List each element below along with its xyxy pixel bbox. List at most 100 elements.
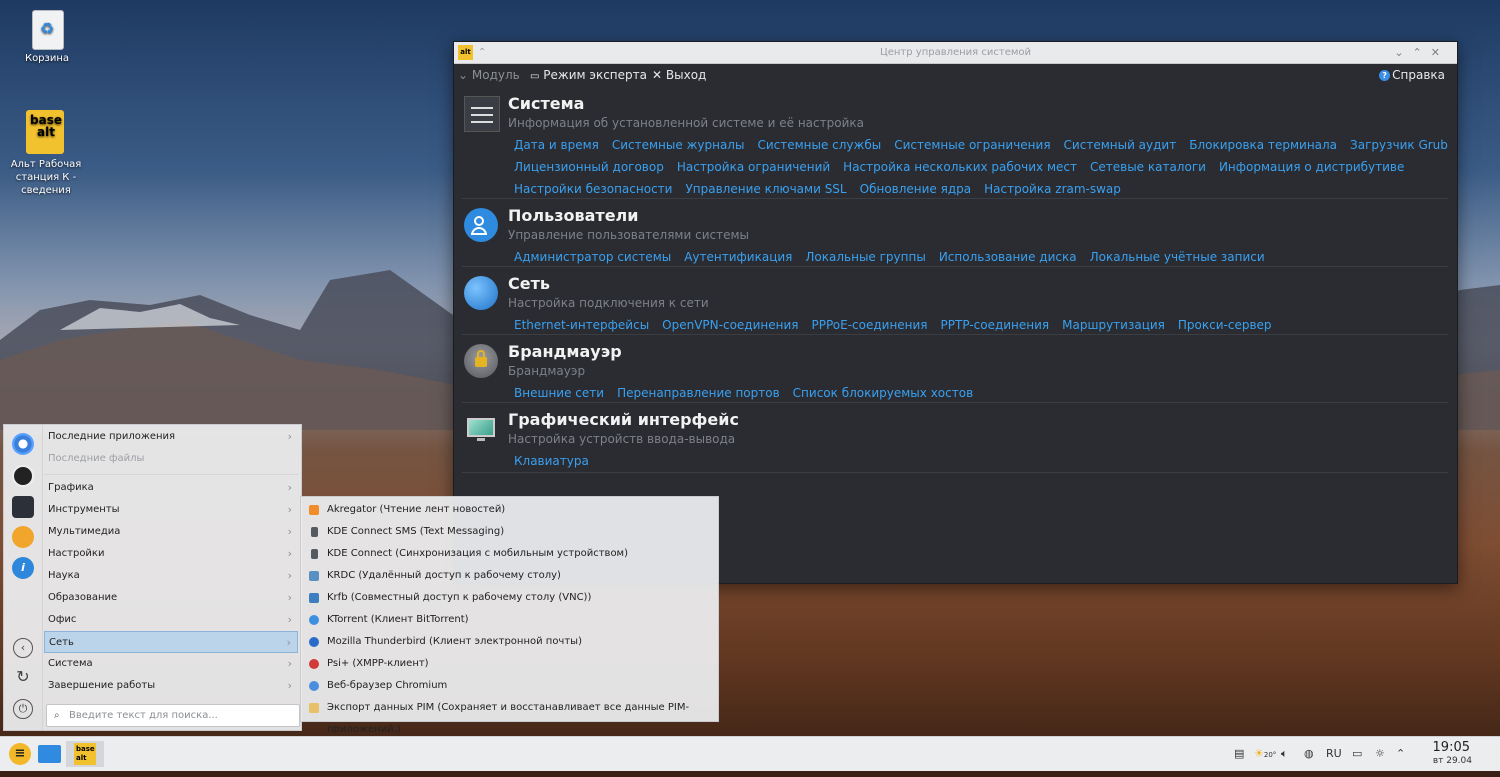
section-gui: Графический интерфейс Настройка устройст…	[462, 410, 1448, 473]
link-security[interactable]: Настройки безопасности	[514, 182, 672, 196]
submenu-item-krdc[interactable]: KRDC (Удалённый доступ к рабочему столу)	[301, 565, 718, 587]
help-button[interactable]: ? Справка	[1379, 64, 1445, 86]
submenu-item-kdeconnect[interactable]: KDE Connect (Синхронизация с мобильным у…	[301, 543, 718, 565]
section-links: Ethernet-интерфейсы OpenVPN-соединения PPP…	[514, 314, 1434, 336]
link-ssl-keys[interactable]: Управление ключами SSL	[685, 182, 846, 196]
link-system-services[interactable]: Системные службы	[757, 138, 881, 152]
link-terminal-lock[interactable]: Блокировка терминала	[1189, 138, 1337, 152]
desktop-icon-trash[interactable]: ♻ Корзина	[2, 8, 92, 65]
menu-item-recent-apps[interactable]: Последние приложения ›	[44, 426, 298, 448]
link-port-forward[interactable]: Перенаправление портов	[617, 386, 780, 400]
link-sysadmin[interactable]: Администратор системы	[514, 250, 671, 264]
desktop-icon-alt-info[interactable]: base alt Альт Рабочая станция К - сведени…	[1, 108, 91, 197]
menu-item-system[interactable]: Система ›	[44, 653, 298, 675]
phone-icon	[311, 549, 318, 559]
menu-item-education[interactable]: Образование ›	[44, 587, 298, 609]
network-submenu: Akregator (Чтение лент новостей) KDE Con…	[300, 496, 719, 735]
submenu-item-psi[interactable]: Psi+ (XMPP-клиент)	[301, 653, 718, 675]
submenu-item-pim-export[interactable]: Экспорт данных PIM (Сохраняет и восстана…	[301, 697, 718, 735]
link-external-nets[interactable]: Внешние сети	[514, 386, 604, 400]
monitor-icon: ▭	[530, 71, 540, 82]
window-controls[interactable]: ⌄⌃✕	[1394, 42, 1449, 63]
chevron-right-icon: ›	[287, 591, 292, 604]
link-blocked-hosts[interactable]: Список блокируемых хостов	[793, 386, 973, 400]
link-system-audit[interactable]: Системный аудит	[1064, 138, 1177, 152]
display-icon[interactable]: ▭	[1352, 737, 1362, 771]
link-auth[interactable]: Аутентификация	[684, 250, 792, 264]
link-multiseat[interactable]: Настройка нескольких рабочих мест	[843, 160, 1077, 174]
control-center-icon[interactable]	[12, 496, 34, 518]
refresh-icon[interactable]: ↻	[13, 668, 33, 688]
link-distro-info[interactable]: Информация о дистрибутиве	[1219, 160, 1404, 174]
link-routing[interactable]: Маршрутизация	[1062, 318, 1165, 332]
chevron-up-icon[interactable]: ⌃	[1396, 737, 1405, 771]
power-icon[interactable]: ⏻	[13, 699, 33, 719]
menu-icon: ≡	[9, 743, 31, 765]
link-ethernet[interactable]: Ethernet-интерфейсы	[514, 318, 649, 332]
keyboard-layout[interactable]: RU	[1326, 737, 1342, 771]
search-placeholder: Введите текст для поиска...	[69, 710, 218, 721]
section-subtitle: Информация об установленной системе и её…	[508, 116, 864, 130]
module-button[interactable]: ⌄ Модуль	[458, 64, 520, 86]
volume-icon[interactable]: 🔈︎	[1281, 737, 1288, 771]
submenu-item-kdeconnect-sms[interactable]: KDE Connect SMS (Text Messaging)	[301, 521, 718, 543]
link-local-accounts[interactable]: Локальные учётные записи	[1090, 250, 1265, 264]
submenu-item-thunderbird[interactable]: Mozilla Thunderbird (Клиент электронной …	[301, 631, 718, 653]
link-network-dirs[interactable]: Сетевые каталоги	[1090, 160, 1206, 174]
menu-item-network[interactable]: Сеть ›	[44, 631, 298, 653]
link-system-limits[interactable]: Системные ограничения	[894, 138, 1050, 152]
chevron-right-icon: ›	[287, 430, 292, 443]
expert-mode-button[interactable]: ▭ Режим эксперта	[530, 64, 647, 88]
tools-icon[interactable]	[12, 526, 34, 548]
link-limits-setup[interactable]: Настройка ограничений	[677, 160, 830, 174]
menu-item-recent-files[interactable]: Последние файлы	[44, 448, 298, 470]
clipboard-icon[interactable]: ▤	[1234, 737, 1244, 771]
window-titlebar[interactable]: alt ⌃ Центр управления системой ⌄⌃✕	[454, 42, 1457, 64]
clock-time[interactable]: 19:05	[1433, 740, 1470, 755]
control-center-task[interactable]: base alt	[66, 741, 104, 767]
link-system-logs[interactable]: Системные журналы	[612, 138, 745, 152]
exit-button[interactable]: ✕ Выход	[652, 64, 706, 86]
menu-item-science[interactable]: Наука ›	[44, 565, 298, 587]
link-proxy[interactable]: Прокси-сервер	[1178, 318, 1272, 332]
link-date-time[interactable]: Дата и время	[514, 138, 599, 152]
menu-item-multimedia[interactable]: Мультимедиа ›	[44, 521, 298, 543]
link-local-groups[interactable]: Локальные группы	[805, 250, 925, 264]
thunderbird-icon[interactable]	[12, 465, 34, 487]
keep-above-icon[interactable]: ⌃	[478, 42, 486, 63]
back-icon[interactable]: ‹	[13, 638, 33, 658]
section-links: Администратор системы Аутентификация Локал…	[514, 246, 1434, 268]
menu-item-tools[interactable]: Инструменты ›	[44, 499, 298, 521]
submenu-item-label: KRDC (Удалённый доступ к рабочему столу)	[327, 570, 561, 581]
brightness-icon[interactable]: ☼	[1375, 737, 1385, 771]
link-pppoe[interactable]: PPPoE-соединения	[811, 318, 927, 332]
submenu-item-chromium[interactable]: Веб-браузер Chromium	[301, 675, 718, 697]
submenu-item-akregator[interactable]: Akregator (Чтение лент новостей)	[301, 499, 718, 521]
link-kernel-update[interactable]: Обновление ядра	[860, 182, 972, 196]
file-manager-button[interactable]	[38, 741, 62, 767]
link-grub[interactable]: Загрузчик Grub	[1350, 138, 1448, 152]
link-keyboard[interactable]: Клавиатура	[514, 454, 589, 468]
link-openvpn[interactable]: OpenVPN-соединения	[662, 318, 798, 332]
info-icon[interactable]: i	[12, 557, 34, 579]
clock-date[interactable]: вт 29.04	[1433, 756, 1472, 766]
chevron-right-icon: ›	[287, 503, 292, 516]
search-input[interactable]: ⌕ Введите текст для поиска...	[46, 704, 300, 727]
globe-icon	[464, 276, 498, 310]
link-disk-usage[interactable]: Использование диска	[939, 250, 1077, 264]
link-pptp[interactable]: PPTP-соединения	[941, 318, 1050, 332]
section-subtitle: Настройка устройств ввода-вывода	[508, 432, 736, 446]
submenu-item-ktorrent[interactable]: KTorrent (Клиент BitTorrent)	[301, 609, 718, 631]
menu-item-graphics[interactable]: Графика ›	[44, 477, 298, 499]
menu-item-office[interactable]: Офис ›	[44, 609, 298, 631]
chromium-icon[interactable]	[12, 433, 34, 455]
menu-item-settings[interactable]: Настройки ›	[44, 543, 298, 565]
link-license[interactable]: Лицензионный договор	[514, 160, 664, 174]
submenu-item-krfb[interactable]: Krfb (Совместный доступ к рабочему столу…	[301, 587, 718, 609]
link-zram[interactable]: Настройка zram-swap	[984, 182, 1121, 196]
app-launcher-button[interactable]: ≡	[6, 741, 34, 767]
menu-item-shutdown[interactable]: Завершение работы ›	[44, 675, 298, 697]
keyboard-layout-label: RU	[1326, 747, 1342, 760]
network-icon[interactable]: ◍	[1304, 737, 1314, 771]
weather-widget[interactable]: ☀20°	[1254, 737, 1276, 771]
